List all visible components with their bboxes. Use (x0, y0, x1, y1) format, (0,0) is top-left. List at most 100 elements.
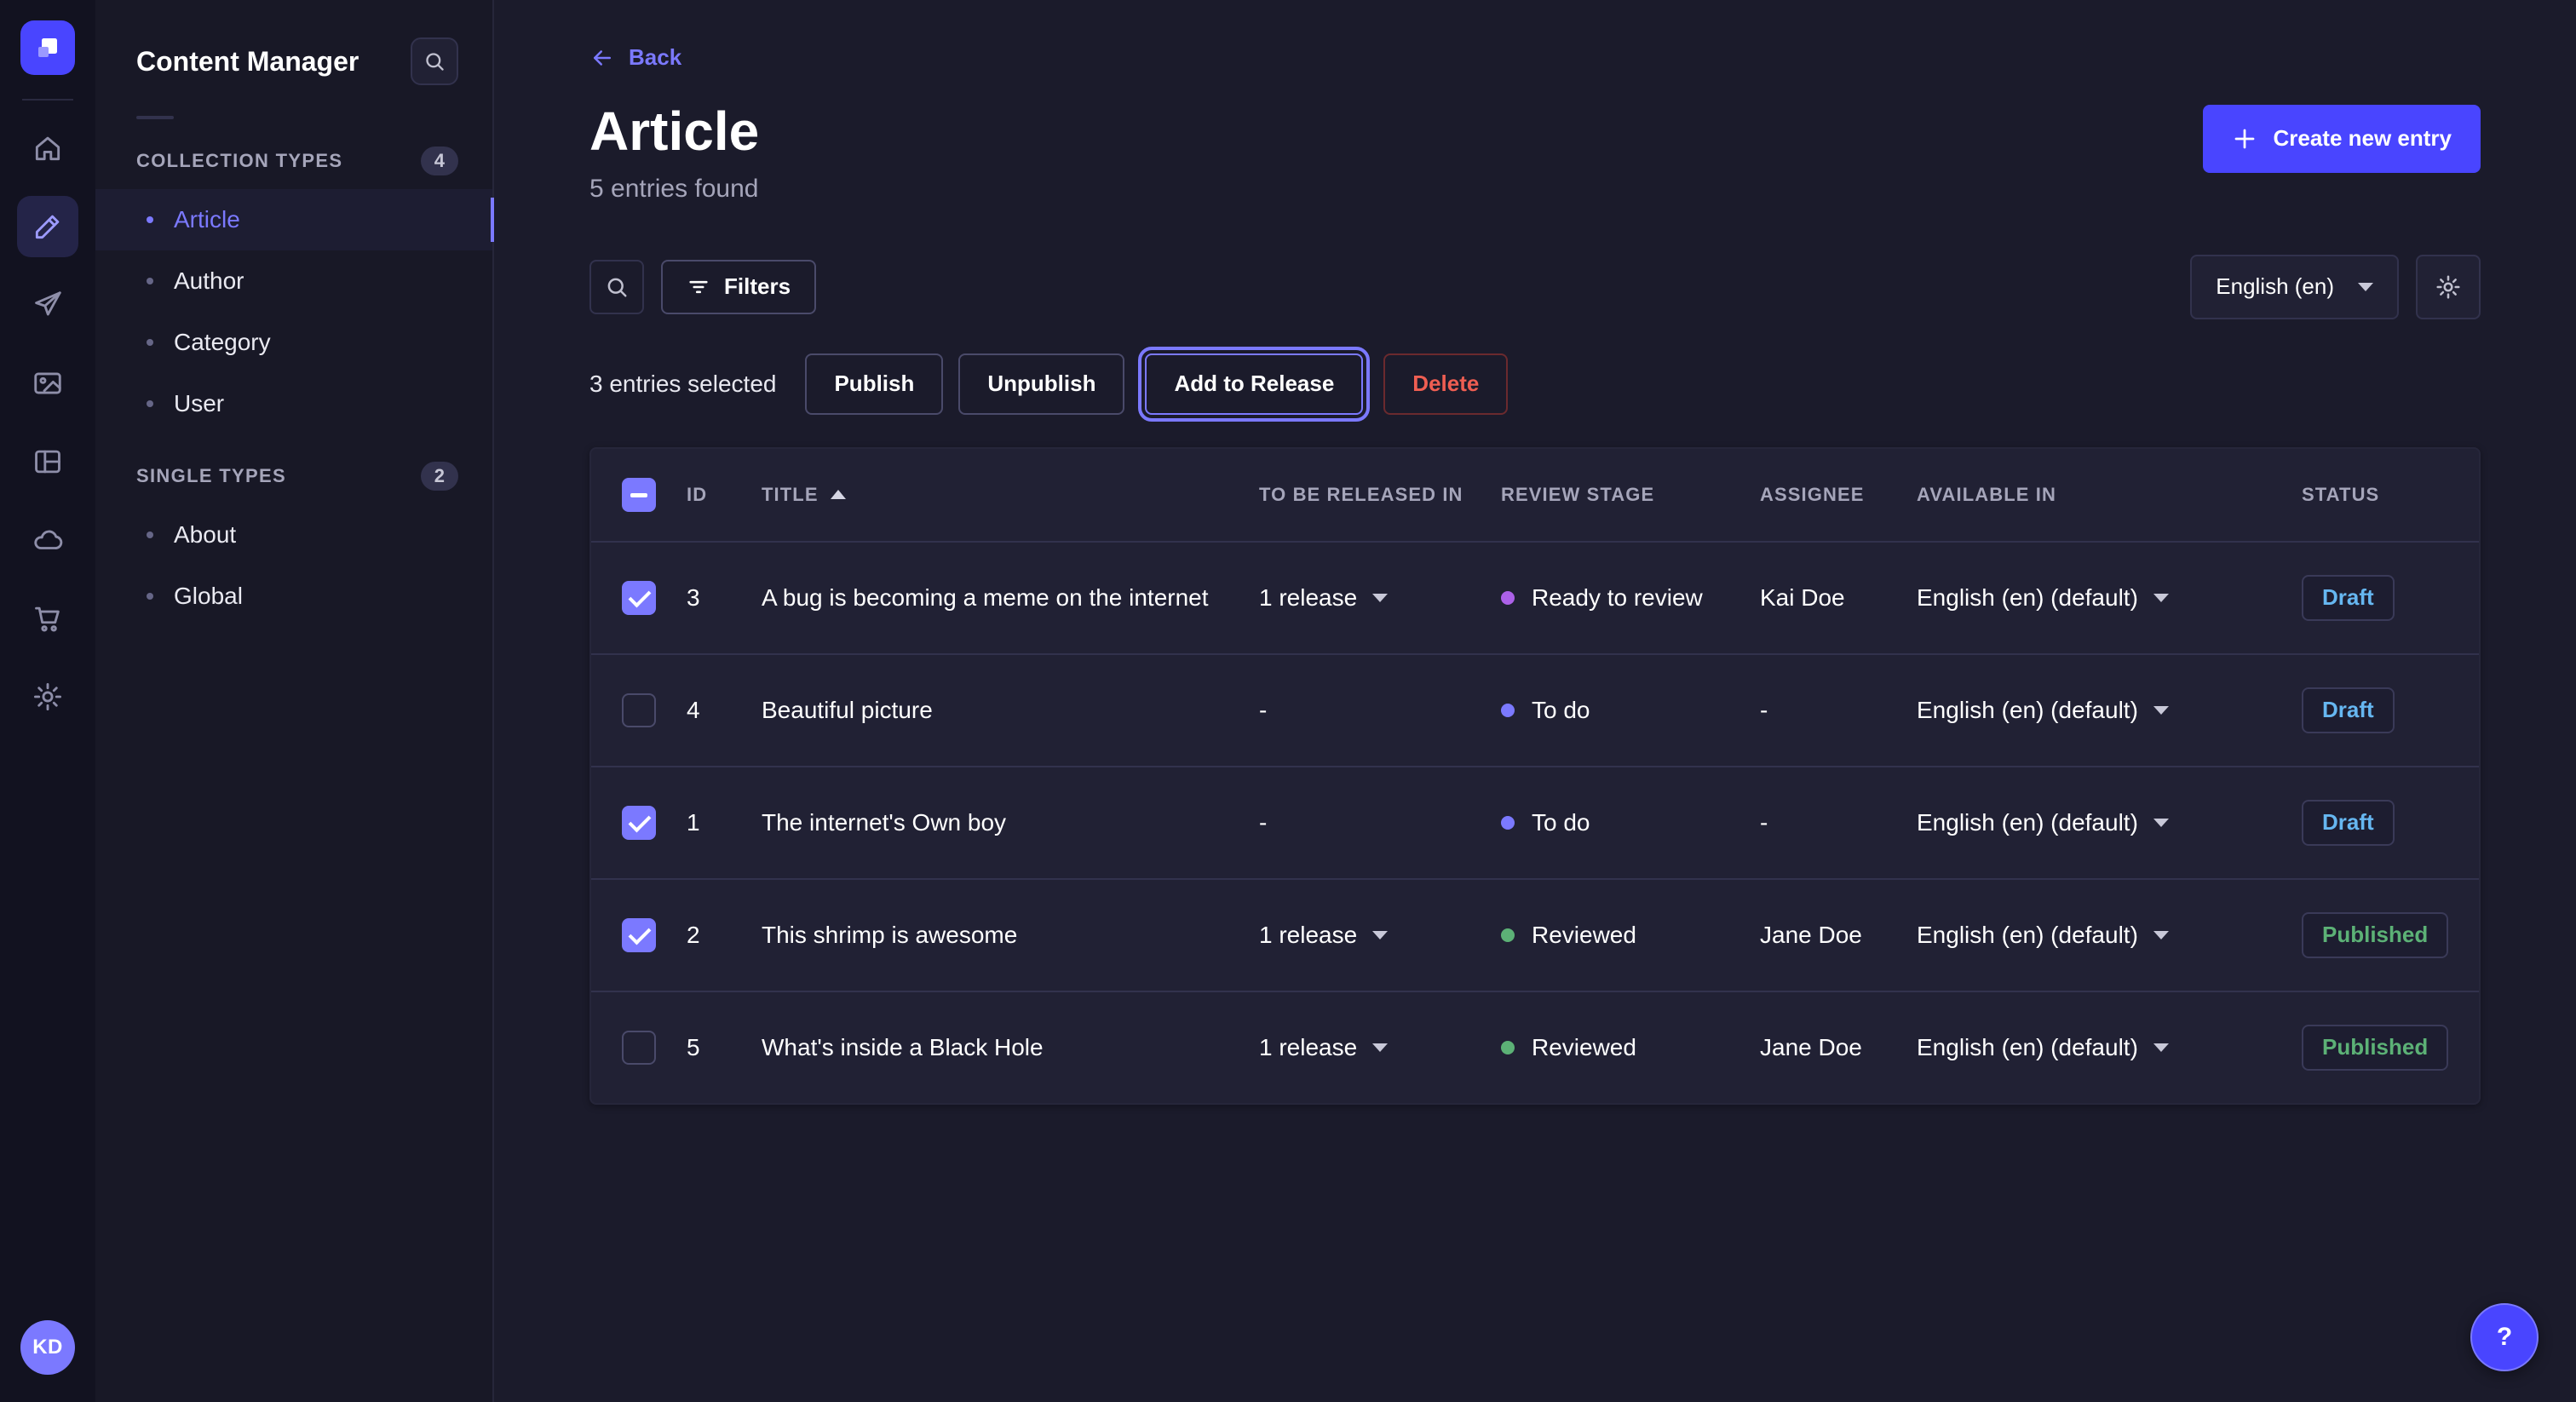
column-header-status[interactable]: STATUS (2302, 484, 2379, 506)
cell-status: Draft (2302, 687, 2479, 733)
page-header: Article 5 entries found Create new entry (589, 101, 2481, 204)
cell-id: 2 (687, 922, 762, 949)
content-type-builder-icon[interactable] (17, 431, 78, 492)
sidebar-item-label: Author (174, 267, 244, 295)
locale-select-value: English (en) (2216, 273, 2334, 300)
table-row[interactable]: 4 Beautiful picture - To do - English (e… (591, 653, 2479, 766)
table-header-row: ID TITLE TO BE RELEASED IN REVIEW STAGE … (591, 449, 2479, 541)
bullet-icon (147, 216, 153, 223)
create-new-entry-label: Create new entry (2273, 125, 2452, 152)
bullet-icon (147, 278, 153, 284)
add-to-release-button[interactable]: Add to Release (1145, 353, 1363, 415)
column-header-title[interactable]: TITLE (762, 484, 846, 506)
cell-title: A bug is becoming a meme on the internet (762, 584, 1259, 612)
cell-available-in[interactable]: English (en) (default) (1917, 584, 2302, 612)
collection-types-count-badge: 4 (421, 147, 458, 175)
unpublish-button[interactable]: Unpublish (958, 353, 1124, 415)
table-row[interactable]: 3 A bug is becoming a meme on the intern… (591, 541, 2479, 653)
chevron-down-icon (2358, 283, 2373, 291)
cell-id: 4 (687, 697, 762, 724)
sort-ascending-icon (831, 490, 846, 499)
sidebar-item-category[interactable]: Category (95, 312, 492, 373)
select-all-checkbox[interactable] (622, 478, 656, 512)
status-badge: Draft (2302, 800, 2395, 846)
row-checkbox[interactable] (622, 1031, 656, 1065)
cell-review-stage: To do (1501, 697, 1760, 724)
cell-assignee: Kai Doe (1760, 584, 1917, 612)
avatar[interactable]: KD (20, 1320, 75, 1375)
locale-select[interactable]: English (en) (2190, 255, 2399, 319)
view-settings-button[interactable] (2416, 255, 2481, 319)
filters-button[interactable]: Filters (661, 260, 816, 314)
cell-review-stage: Reviewed (1501, 922, 1760, 949)
cell-id: 1 (687, 809, 762, 836)
review-stage-dot (1501, 591, 1515, 605)
cell-title: This shrimp is awesome (762, 922, 1259, 949)
collection-types-section-header: COLLECTION TYPES 4 (95, 129, 492, 189)
row-checkbox[interactable] (622, 918, 656, 952)
status-badge: Published (2302, 912, 2448, 958)
cell-available-in[interactable]: English (en) (default) (1917, 922, 2302, 949)
row-checkbox[interactable] (622, 693, 656, 727)
sidebar-item-label: Article (174, 206, 240, 233)
app-root: KD Content Manager COLLECTION TYPES 4 Ar… (0, 0, 2576, 1402)
chevron-down-icon (2153, 706, 2169, 715)
settings-icon[interactable] (17, 666, 78, 727)
cell-to-be-released-in[interactable]: 1 release (1259, 1034, 1501, 1061)
rail-nav (17, 118, 78, 727)
sidebar-item-about[interactable]: About (95, 504, 492, 566)
cell-to-be-released-in[interactable]: 1 release (1259, 922, 1501, 949)
cell-available-in[interactable]: English (en) (default) (1917, 697, 2302, 724)
column-header-to-be-released-in[interactable]: TO BE RELEASED IN (1259, 484, 1463, 506)
sidebar-title: Content Manager (136, 46, 359, 78)
sidebar-item-article[interactable]: Article (95, 189, 492, 250)
column-header-id[interactable]: ID (687, 484, 707, 506)
sidebar-item-label: About (174, 521, 236, 549)
rail-divider (22, 99, 73, 101)
main-nav-rail: KD (0, 0, 95, 1402)
cell-available-in[interactable]: English (en) (default) (1917, 1034, 2302, 1061)
sidebar-item-global[interactable]: Global (95, 566, 492, 627)
single-types-count-badge: 2 (421, 462, 458, 491)
releases-icon[interactable] (17, 274, 78, 336)
sidebar-item-author[interactable]: Author (95, 250, 492, 312)
cell-to-be-released-in[interactable]: - (1259, 809, 1501, 836)
strapi-logo[interactable] (20, 20, 75, 75)
column-header-available-in[interactable]: AVAILABLE IN (1917, 484, 2056, 506)
cell-review-stage: Reviewed (1501, 1034, 1760, 1061)
bullet-icon (147, 531, 153, 538)
row-checkbox[interactable] (622, 581, 656, 615)
table-row[interactable]: 2 This shrimp is awesome 1 release Revie… (591, 878, 2479, 991)
table-row[interactable]: 5 What's inside a Black Hole 1 release R… (591, 991, 2479, 1103)
cell-to-be-released-in[interactable]: - (1259, 697, 1501, 724)
cell-id: 3 (687, 584, 762, 612)
home-icon[interactable] (17, 118, 78, 179)
column-header-assignee[interactable]: ASSIGNEE (1760, 484, 1865, 506)
delete-button[interactable]: Delete (1383, 353, 1508, 415)
publish-button[interactable]: Publish (805, 353, 943, 415)
review-stage-dot (1501, 704, 1515, 717)
back-label: Back (629, 44, 681, 71)
content-manager-sidebar: Content Manager COLLECTION TYPES 4 Artic… (95, 0, 494, 1402)
column-header-review-stage[interactable]: REVIEW STAGE (1501, 484, 1654, 506)
row-checkbox[interactable] (622, 806, 656, 840)
back-link[interactable]: Back (589, 44, 681, 71)
search-button[interactable] (589, 260, 644, 314)
table-row[interactable]: 1 The internet's Own boy - To do - Engli… (591, 766, 2479, 878)
marketplace-icon[interactable] (17, 588, 78, 649)
single-types-section-header: SINGLE TYPES 2 (95, 445, 492, 504)
sidebar-search-button[interactable] (411, 37, 458, 85)
sidebar-item-user[interactable]: User (95, 373, 492, 434)
toolbar-left: Filters (589, 260, 816, 314)
help-button[interactable]: ? (2470, 1303, 2539, 1371)
cell-to-be-released-in[interactable]: 1 release (1259, 584, 1501, 612)
cloud-icon[interactable] (17, 509, 78, 571)
page-header-left: Article 5 entries found (589, 101, 759, 204)
media-library-icon[interactable] (17, 353, 78, 414)
sidebar-item-label: Category (174, 329, 271, 356)
cell-available-in[interactable]: English (en) (default) (1917, 809, 2302, 836)
content-manager-icon[interactable] (17, 196, 78, 257)
create-new-entry-button[interactable]: Create new entry (2203, 105, 2481, 173)
single-types-list: About Global (95, 504, 492, 627)
cell-assignee: Jane Doe (1760, 922, 1917, 949)
